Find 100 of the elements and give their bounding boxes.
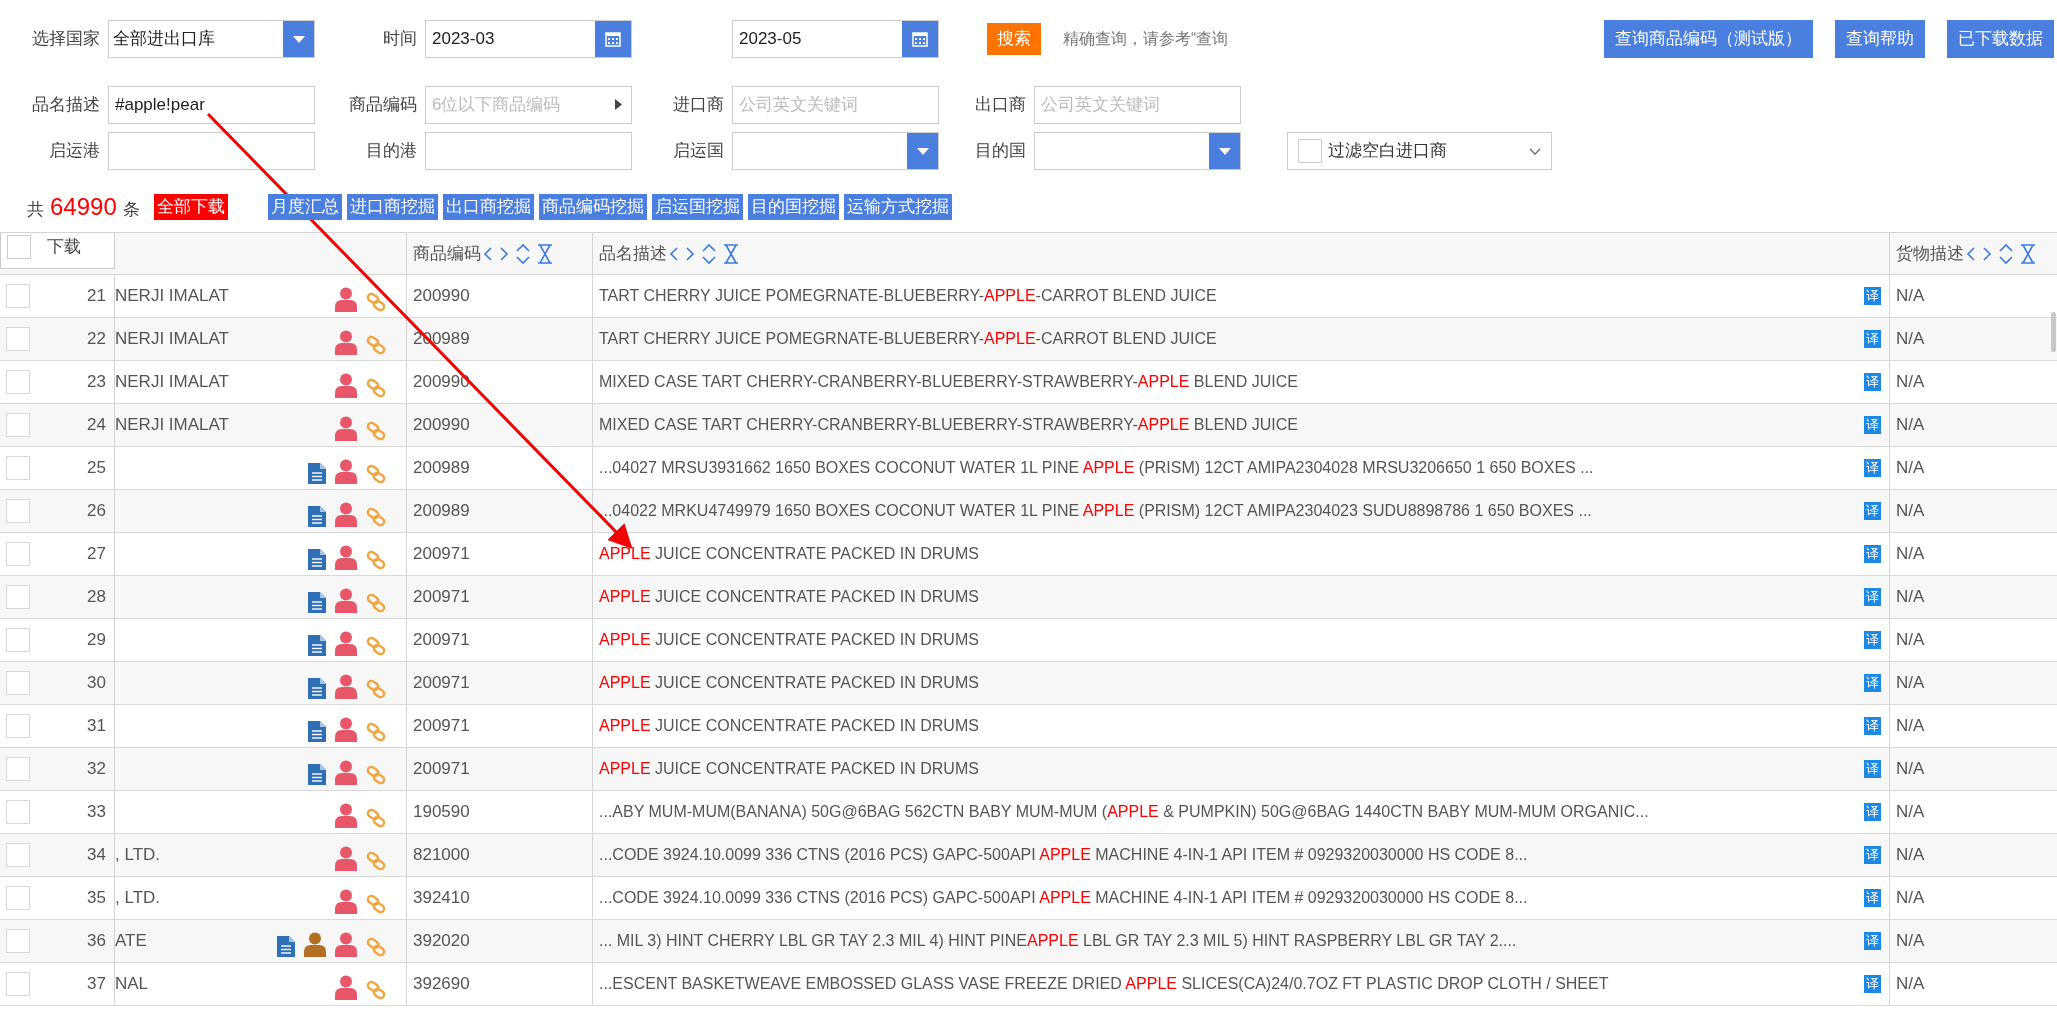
chain-link-icon[interactable] [366,807,386,828]
person-icon[interactable] [335,802,357,828]
row-checkbox[interactable] [6,972,30,996]
analysis-button[interactable]: 出口商挖掘 [442,194,534,220]
translate-button[interactable]: 译 [1864,330,1881,348]
header-button[interactable]: 已下载数据 [1947,20,2054,58]
chain-link-icon[interactable] [366,291,386,312]
sort-icon[interactable] [701,242,717,265]
person-icon[interactable] [335,759,357,785]
person-icon[interactable] [335,931,357,957]
person-icon[interactable] [335,845,357,871]
person-icon[interactable] [335,501,357,527]
filter-dropdown[interactable]: 过滤空白进口商 [1287,132,1552,170]
document-icon[interactable] [308,548,326,570]
document-icon[interactable] [308,677,326,699]
row-checkbox[interactable] [6,714,30,738]
analysis-button[interactable]: 商品编码挖掘 [538,194,647,220]
row-checkbox[interactable] [6,370,30,394]
translate-button[interactable]: 译 [1864,373,1881,391]
person-icon[interactable] [335,329,357,355]
analysis-button[interactable]: 运输方式挖掘 [843,194,952,220]
date-field[interactable]: 2023-05 [732,20,939,58]
analysis-button[interactable]: 启运国挖掘 [651,194,743,220]
analysis-button[interactable]: 目的国挖掘 [747,194,839,220]
input-field[interactable]: 公司英文关键词 [732,86,939,124]
document-icon[interactable] [308,505,326,527]
download-all-button[interactable]: 全部下载 [153,194,228,220]
code-picker-field[interactable]: 6位以下商品编码 [425,86,632,124]
row-checkbox[interactable] [6,284,30,308]
chain-link-icon[interactable] [366,635,386,656]
chain-link-icon[interactable] [366,334,386,355]
input-field[interactable] [108,132,315,170]
row-checkbox[interactable] [6,585,30,609]
document-icon[interactable] [308,634,326,656]
country-select[interactable]: 全部进出口库 [108,20,315,58]
translate-button[interactable]: 译 [1864,760,1881,778]
document-icon[interactable] [308,720,326,742]
translate-button[interactable]: 译 [1864,631,1881,649]
person-icon[interactable] [335,888,357,914]
person-icon[interactable] [335,286,357,312]
person-icon[interactable] [335,415,357,441]
chain-link-icon[interactable] [366,764,386,785]
translate-button[interactable]: 译 [1864,459,1881,477]
person-icon[interactable] [335,544,357,570]
date-field[interactable]: 2023-03 [425,20,632,58]
chain-link-icon[interactable] [366,377,386,398]
translate-button[interactable]: 译 [1864,588,1881,606]
chain-link-icon[interactable] [366,678,386,699]
hourglass-icon[interactable] [537,243,553,264]
hourglass-icon[interactable] [2020,243,2036,264]
translate-button[interactable]: 译 [1864,502,1881,520]
input-field[interactable]: #apple!pear [108,86,315,124]
row-checkbox[interactable] [6,929,30,953]
sort-icon[interactable] [515,242,531,265]
document-icon[interactable] [308,462,326,484]
input-field[interactable]: 公司英文关键词 [1034,86,1241,124]
chain-link-icon[interactable] [366,506,386,527]
translate-button[interactable]: 译 [1864,287,1881,305]
row-checkbox[interactable] [6,327,30,351]
input-field[interactable] [425,132,632,170]
row-checkbox[interactable] [6,542,30,566]
row-checkbox[interactable] [6,413,30,437]
select-field[interactable] [1034,132,1241,170]
checkbox[interactable] [7,235,31,259]
row-checkbox[interactable] [6,499,30,523]
translate-button[interactable]: 译 [1864,932,1881,950]
person-icon[interactable] [335,974,357,1000]
header-button[interactable]: 查询商品编码（测试版） [1604,20,1813,58]
translate-button[interactable]: 译 [1864,545,1881,563]
chain-link-icon[interactable] [366,592,386,613]
chain-link-icon[interactable] [366,721,386,742]
person-icon[interactable] [335,458,357,484]
document-icon[interactable] [308,591,326,613]
document-icon[interactable] [308,763,326,785]
translate-button[interactable]: 译 [1864,846,1881,864]
row-checkbox[interactable] [6,757,30,781]
scrollbar[interactable] [2051,312,2056,352]
translate-button[interactable]: 译 [1864,889,1881,907]
hourglass-icon[interactable] [723,243,739,264]
row-checkbox[interactable] [6,456,30,480]
chain-link-icon[interactable] [366,850,386,871]
person-icon[interactable] [335,372,357,398]
analysis-button[interactable]: 进口商挖掘 [346,194,438,220]
translate-button[interactable]: 译 [1864,803,1881,821]
sort-icon[interactable] [1998,242,2014,265]
chain-link-icon[interactable] [366,893,386,914]
row-checkbox[interactable] [6,886,30,910]
row-checkbox[interactable] [6,800,30,824]
chain-link-icon[interactable] [366,463,386,484]
person-icon[interactable] [335,673,357,699]
header-button[interactable]: 查询帮助 [1835,20,1925,58]
person-icon[interactable] [335,587,357,613]
chain-link-icon[interactable] [366,979,386,1000]
translate-button[interactable]: 译 [1864,674,1881,692]
chain-link-icon[interactable] [366,420,386,441]
person-icon[interactable] [335,716,357,742]
search-button[interactable]: 搜索 [987,23,1041,55]
chain-link-icon[interactable] [366,549,386,570]
translate-button[interactable]: 译 [1864,975,1881,993]
row-checkbox[interactable] [6,628,30,652]
